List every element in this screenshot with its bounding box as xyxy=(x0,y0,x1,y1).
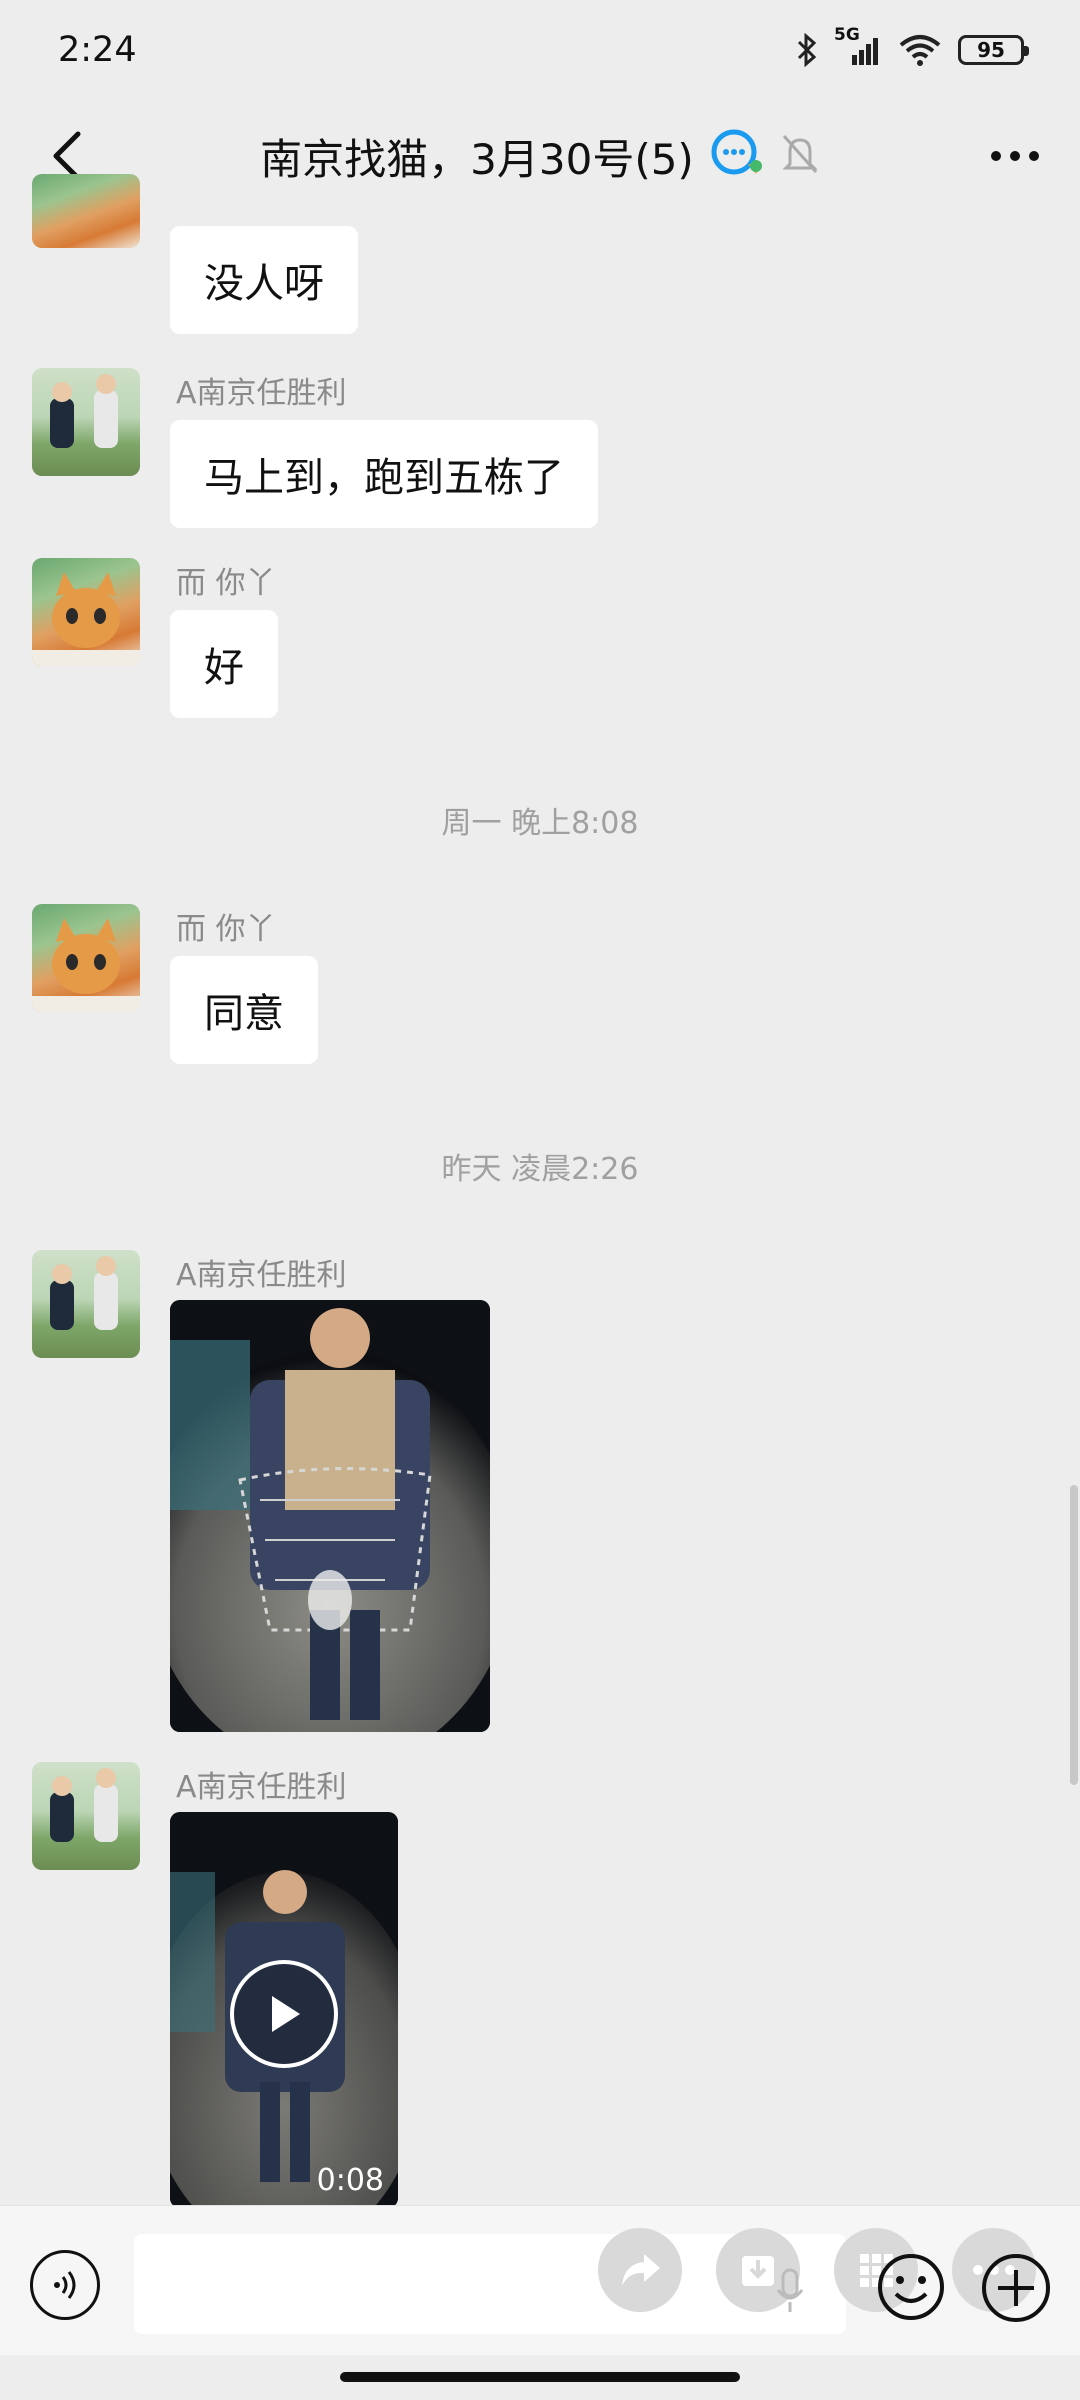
voice-icon xyxy=(54,2271,76,2299)
input-bar xyxy=(0,2205,1080,2355)
video-message[interactable]: 0:08 xyxy=(170,1812,398,2208)
avatar[interactable] xyxy=(32,1250,140,1358)
message-text: 好 xyxy=(204,645,244,691)
forward-icon xyxy=(622,2254,660,2286)
avatar[interactable] xyxy=(32,904,140,1012)
message-bubble[interactable]: 好 xyxy=(170,610,278,718)
image-message[interactable] xyxy=(170,1300,490,1732)
save-icon xyxy=(742,2256,774,2286)
status-icons: 5G 95 xyxy=(796,25,1029,67)
chat-title: 南京找猫，3月30号(5) xyxy=(260,134,694,184)
message-bubble[interactable]: 马上到，跑到五栋了 xyxy=(170,420,598,528)
sender-name: 而 你丫 xyxy=(176,566,276,601)
sender-name: 而 你丫 xyxy=(176,912,276,947)
home-indicator[interactable] xyxy=(340,2372,740,2382)
play-icon xyxy=(272,1996,300,2032)
sender-name: A南京任胜利 xyxy=(176,376,347,411)
avatar[interactable] xyxy=(32,368,140,476)
play-button[interactable] xyxy=(230,1960,338,2068)
emoji-icon[interactable] xyxy=(876,2252,946,2326)
title-bar: 南京找猫，3月30号(5) xyxy=(0,100,1080,212)
avatar[interactable] xyxy=(32,174,140,248)
bluetooth-icon xyxy=(796,33,818,67)
group-chat-icon xyxy=(708,128,766,184)
message-bubble[interactable]: 同意 xyxy=(170,956,318,1064)
sender-name: A南京任胜利 xyxy=(176,1770,347,1805)
avatar[interactable] xyxy=(32,1762,140,1870)
title-wrap: 南京找猫，3月30号(5) xyxy=(260,126,820,187)
forward-button[interactable] xyxy=(598,2228,682,2312)
message-text: 马上到，跑到五栋了 xyxy=(204,455,564,501)
microphone-icon xyxy=(776,2268,804,2318)
plus-icon[interactable] xyxy=(980,2252,1052,2328)
scrollbar[interactable] xyxy=(1070,1485,1078,1785)
status-time: 2:24 xyxy=(58,30,137,70)
sender-name: A南京任胜利 xyxy=(176,1258,347,1293)
video-duration: 0:08 xyxy=(316,2163,384,2198)
avatar[interactable] xyxy=(32,558,140,666)
photo-thumbnail xyxy=(170,1300,490,1732)
status-bar: 2:24 5G 95 xyxy=(0,0,1080,100)
wifi-icon xyxy=(898,33,942,67)
mute-bell-icon xyxy=(780,132,820,180)
timestamp: 昨天 凌晨2:26 xyxy=(441,1152,639,1187)
voice-button[interactable] xyxy=(30,2250,100,2320)
message-bubble[interactable]: 没人呀 xyxy=(170,226,358,334)
more-icon xyxy=(991,151,1039,161)
message-text: 没人呀 xyxy=(204,261,324,307)
message-text: 同意 xyxy=(204,991,284,1037)
network-type: 5G xyxy=(834,25,860,45)
timestamp: 周一 晚上8:08 xyxy=(441,806,639,841)
more-options-button[interactable] xyxy=(980,126,1050,186)
signal-icon: 5G xyxy=(834,25,882,67)
battery-icon: 95 xyxy=(958,35,1029,65)
